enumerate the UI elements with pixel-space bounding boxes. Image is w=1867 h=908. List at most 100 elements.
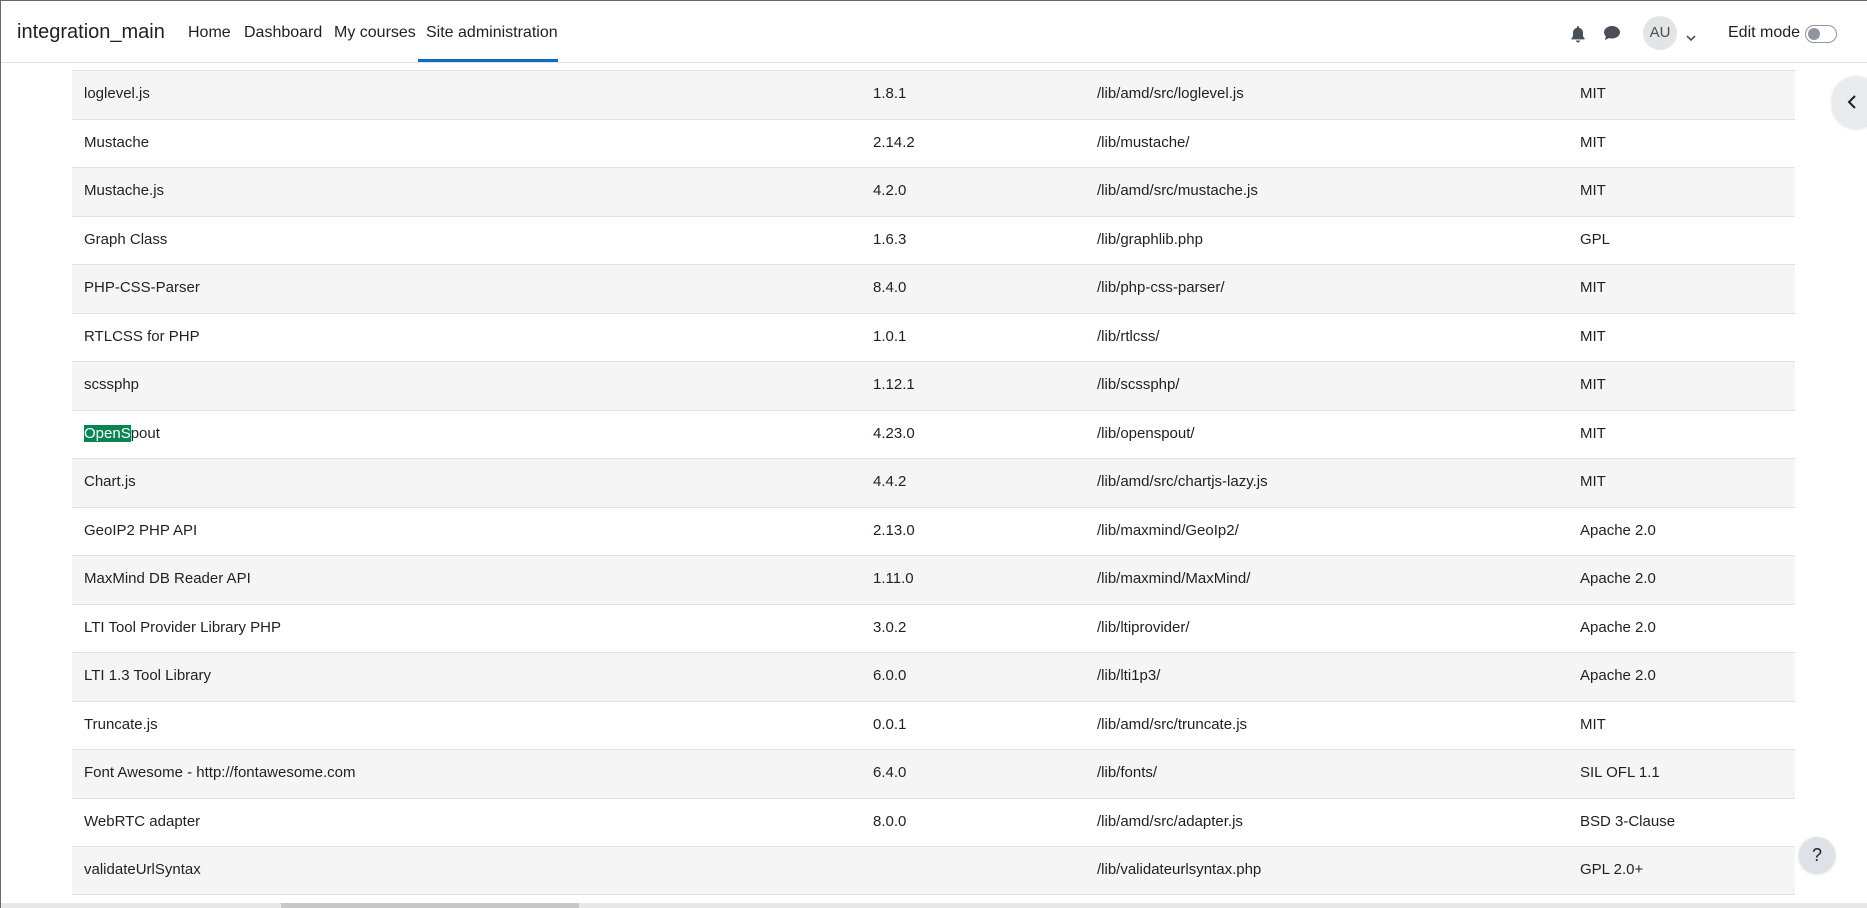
third-party-libraries-table: loglevel.js 1.8.1 /lib/amd/src/loglevel.… [72,70,1795,895]
library-license: Apache 2.0 [1580,618,1656,636]
library-location: /lib/amd/src/mustache.js [1097,182,1258,199]
library-version: 0.0.1 [873,715,907,733]
table-row: loglevel.js 1.8.1 /lib/amd/src/loglevel.… [72,70,1795,119]
library-version: 8.0.0 [873,812,907,830]
library-name: WebRTC adapter [84,812,201,830]
library-name: loglevel.js [84,85,150,102]
scrollbar-thumb[interactable] [281,903,579,908]
toggle-knob [1808,28,1820,40]
nav-dashboard[interactable]: Dashboard [244,24,322,42]
library-location: /lib/ltiprovider/ [1097,618,1190,636]
library-version: 2.14.2 [873,133,915,151]
chat-bubble-icon[interactable] [1603,25,1621,46]
help-button[interactable]: ? [1799,837,1835,873]
library-license: MIT [1580,85,1606,102]
library-name: Chart.js [84,473,136,490]
edit-mode-toggle[interactable] [1805,25,1837,43]
table-row: LTI 1.3 Tool Library 6.0.0 /lib/lti1p3/ … [72,652,1795,701]
nav-my-courses[interactable]: My courses [334,24,416,42]
library-name: Truncate.js [84,715,158,733]
library-name: LTI Tool Provider Library PHP [84,618,282,636]
library-version: 1.12.1 [873,376,915,393]
bell-icon[interactable] [1570,25,1586,48]
library-name: Graph Class [84,230,168,248]
site-brand[interactable]: integration_main [17,21,165,44]
library-name: Font Awesome - http://fontawesome.com [84,764,356,781]
table-row: Graph Class 1.6.3 /lib/graphlib.php GPL [72,215,1795,264]
library-version: 8.4.0 [873,279,907,296]
table-row: Chart.js 4.4.2 /lib/amd/src/chartjs-lazy… [72,458,1795,507]
library-license: Apache 2.0 [1580,521,1656,539]
library-location: /lib/graphlib.php [1097,230,1203,248]
library-license: BSD 3-Clause [1580,812,1676,830]
library-version: 1.8.1 [873,85,907,102]
library-name: Mustache.js [84,182,165,199]
library-version: 4.4.2 [873,473,907,490]
library-license: MIT [1580,376,1606,393]
table-row: GeoIP2 PHP API 2.13.0 /lib/maxmind/GeoIp… [72,506,1795,555]
library-location: /lib/amd/src/adapter.js [1097,812,1243,830]
nav-home[interactable]: Home [188,24,231,42]
library-name: MaxMind DB Reader API [84,570,251,587]
library-location: /lib/amd/src/truncate.js [1097,715,1248,733]
library-name: GeoIP2 PHP API [84,521,198,539]
library-license: Apache 2.0 [1580,570,1656,587]
library-license: MIT [1580,715,1606,733]
library-version: 1.6.3 [873,230,907,248]
chevron-down-icon[interactable] [1686,29,1696,47]
user-avatar[interactable]: AU [1643,16,1677,50]
edit-mode-label: Edit mode [1728,24,1801,41]
library-name-rest: pout [130,424,160,442]
library-version: 1.11.0 [873,570,914,587]
library-name: LTI 1.3 Tool Library [84,667,212,684]
nav-active-indicator [418,59,558,62]
table-row: PHP-CSS-Parser 8.4.0 /lib/php-css-parser… [72,264,1795,313]
table-row: Mustache 2.14.2 /lib/mustache/ MIT [72,118,1795,167]
search-highlight: OpenS [84,424,131,442]
library-name: RTLCSS for PHP [84,327,200,345]
library-version: 4.23.0 [873,424,915,442]
library-version: 4.2.0 [873,182,907,199]
table-row: LTI Tool Provider Library PHP 3.0.2 /lib… [72,603,1795,652]
library-location: /lib/php-css-parser/ [1097,279,1225,296]
window-frame-left [0,0,1,908]
library-location: /lib/amd/src/loglevel.js [1097,85,1244,102]
library-name: Mustache [84,133,150,151]
library-location: /lib/fonts/ [1097,764,1158,781]
library-location: /lib/openspout/ [1097,424,1195,442]
top-navbar: integration_main Home Dashboard My cours… [1,1,1867,63]
library-license: MIT [1580,327,1606,345]
table-row: Truncate.js 0.0.1 /lib/amd/src/truncate.… [72,700,1795,749]
library-location: /lib/lti1p3/ [1097,667,1161,684]
library-name: scssphp [84,376,140,393]
library-version: 3.0.2 [873,618,907,636]
table-row: scssphp 1.12.1 /lib/scssphp/ MIT [72,361,1795,410]
table-row: Font Awesome - http://fontawesome.com 6.… [72,749,1795,798]
library-location: /lib/amd/src/chartjs-lazy.js [1097,473,1268,490]
table-row: validateUrlSyntax /lib/validateurlsyntax… [72,846,1795,895]
library-license: GPL 2.0+ [1580,861,1644,878]
chevron-left-icon [1847,94,1857,115]
library-version: 2.13.0 [873,521,915,539]
library-location: /lib/mustache/ [1097,133,1190,151]
library-license: SIL OFL 1.1 [1580,764,1660,781]
library-version: 6.4.0 [873,764,907,781]
library-version: 1.0.1 [873,327,907,345]
drawer-toggle-button[interactable] [1832,76,1867,128]
library-name: validateUrlSyntax [84,861,201,878]
table-row: RTLCSS for PHP 1.0.1 /lib/rtlcss/ MIT [72,312,1795,361]
table-row: Mustache.js 4.2.0 /lib/amd/src/mustache.… [72,167,1795,216]
library-license: GPL [1580,230,1611,248]
library-license: Apache 2.0 [1580,667,1656,684]
horizontal-scrollbar[interactable] [1,903,1867,908]
library-location: /lib/rtlcss/ [1097,327,1160,345]
library-version: 6.0.0 [873,667,907,684]
library-license: MIT [1580,182,1606,199]
table-row: MaxMind DB Reader API 1.11.0 /lib/maxmin… [72,555,1795,604]
library-license: MIT [1580,279,1606,296]
library-name: OpenSpout [84,424,160,442]
nav-site-administration[interactable]: Site administration [426,24,558,42]
table-row: OpenSpout 4.23.0 /lib/openspout/ MIT [72,409,1795,458]
library-location: /lib/maxmind/GeoIp2/ [1097,521,1239,539]
table-row: WebRTC adapter 8.0.0 /lib/amd/src/adapte… [72,797,1795,846]
